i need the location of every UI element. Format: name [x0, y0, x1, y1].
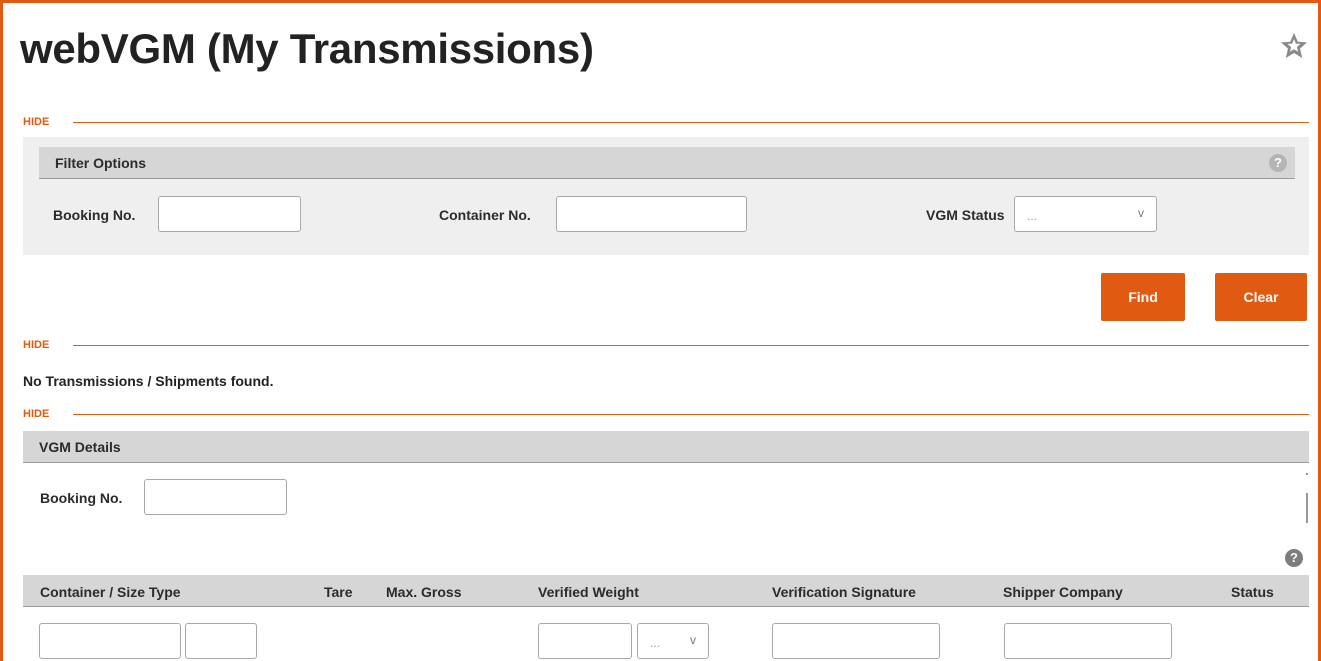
favorite-star-icon[interactable]	[1279, 31, 1309, 61]
no-results-message: No Transmissions / Shipments found.	[23, 373, 274, 389]
section-divider	[73, 414, 1309, 415]
clear-button[interactable]: Clear	[1215, 273, 1307, 321]
weight-unit-select[interactable]: ... v	[637, 623, 709, 659]
vgm-details-section-toggle[interactable]: HIDE	[23, 408, 1309, 422]
page-title: webVGM (My Transmissions)	[20, 25, 594, 72]
filter-options-header: Filter Options ?	[39, 147, 1295, 179]
find-button[interactable]: Find	[1101, 273, 1185, 321]
vgm-status-value: ...	[1027, 209, 1038, 223]
chevron-down-icon: v	[690, 633, 696, 647]
booking-no-label: Booking No.	[53, 207, 136, 223]
vgm-details-title: VGM Details	[39, 439, 121, 455]
section-divider	[73, 345, 1309, 346]
details-booking-no-input[interactable]	[144, 479, 287, 515]
column-header: Verification Signature	[772, 584, 916, 600]
column-header: Status	[1231, 584, 1274, 600]
results-section-toggle[interactable]: HIDE	[23, 339, 1309, 353]
column-header: Verified Weight	[538, 584, 639, 600]
booking-no-input[interactable]	[158, 196, 301, 232]
hide-link[interactable]: HIDE	[23, 116, 49, 128]
hide-link[interactable]: HIDE	[23, 408, 49, 420]
filter-section-toggle[interactable]: HIDE	[23, 116, 1309, 130]
filter-panel: Filter Options ? Booking No. Container N…	[23, 137, 1309, 255]
details-booking-no-label: Booking No.	[40, 490, 123, 506]
scrollbar[interactable]	[1306, 493, 1308, 523]
shipper-company-input[interactable]	[1004, 623, 1172, 659]
help-icon[interactable]: ?	[1269, 154, 1287, 172]
vgm-status-select[interactable]: ... v	[1014, 196, 1157, 232]
column-header: Shipper Company	[1003, 584, 1123, 600]
verified-weight-input[interactable]	[538, 623, 632, 659]
scroll-tick	[1306, 473, 1308, 475]
container-no-input[interactable]	[556, 196, 747, 232]
vgm-status-label: VGM Status	[926, 207, 1005, 223]
size-type-entry-input[interactable]	[185, 623, 257, 659]
vgm-details-header: VGM Details	[23, 431, 1309, 463]
weight-unit-value: ...	[650, 636, 661, 650]
container-no-entry-input[interactable]	[39, 623, 181, 659]
column-header: Max. Gross	[386, 584, 462, 600]
help-icon[interactable]: ?	[1285, 549, 1303, 567]
chevron-down-icon: v	[1138, 206, 1144, 220]
filter-options-title: Filter Options	[55, 155, 146, 171]
vgm-table-header: Container / Size Type Tare Max. Gross Ve…	[23, 575, 1309, 607]
section-divider	[73, 122, 1309, 123]
hide-link[interactable]: HIDE	[23, 339, 49, 351]
container-no-label: Container No.	[439, 207, 531, 223]
page-frame: webVGM (My Transmissions) HIDE Filter Op…	[0, 0, 1321, 661]
column-header: Tare	[324, 584, 353, 600]
verification-signature-input[interactable]	[772, 623, 940, 659]
column-header: Container / Size Type	[40, 584, 181, 600]
